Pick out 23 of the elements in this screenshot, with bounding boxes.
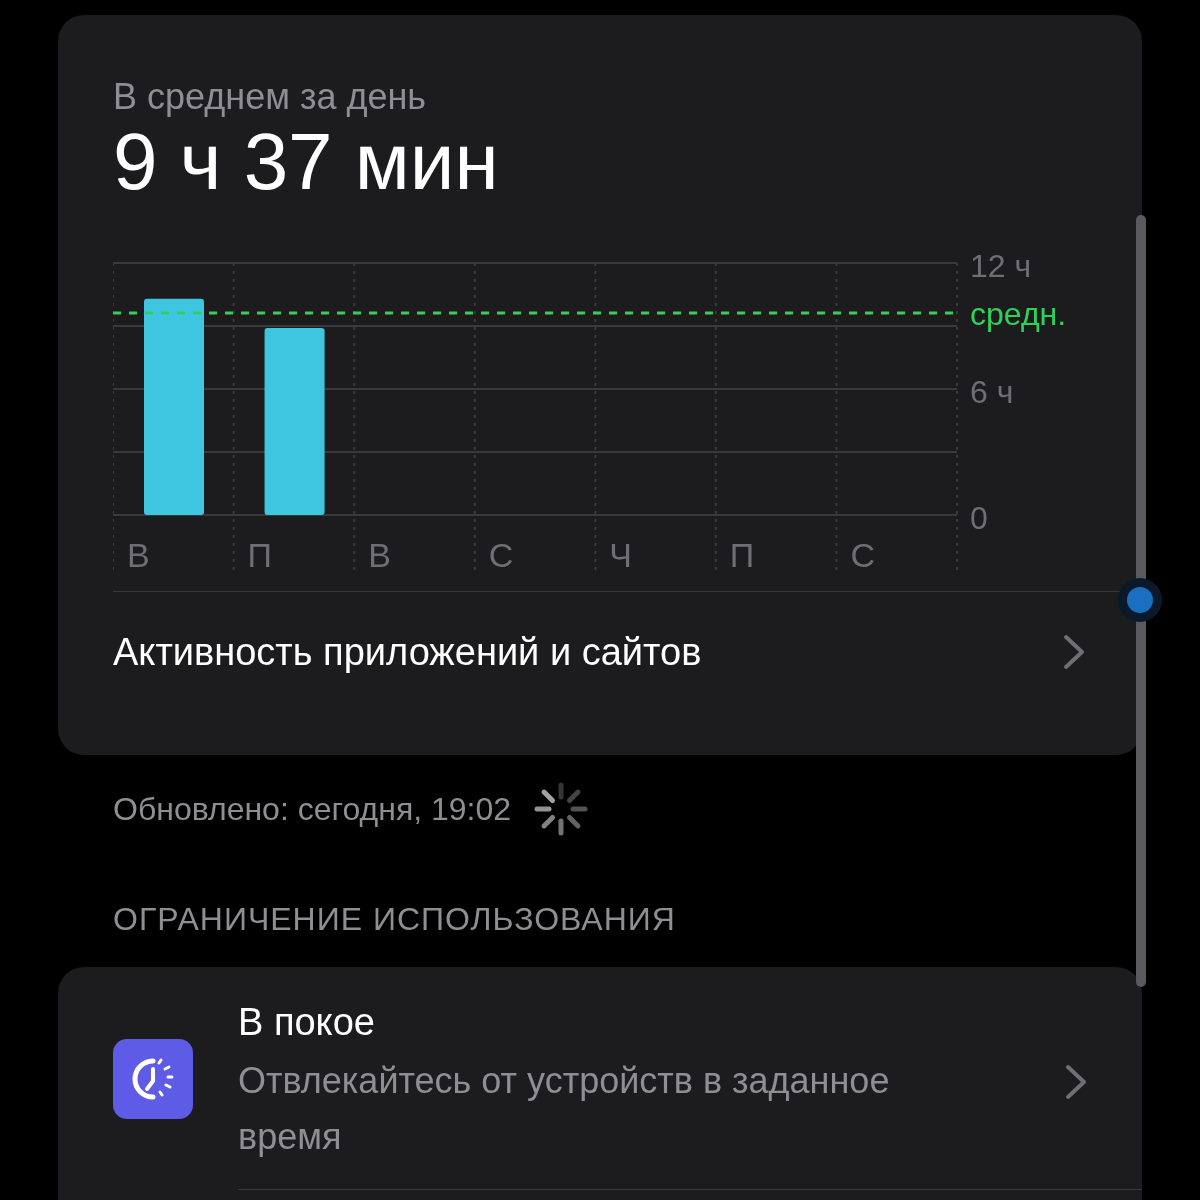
day-label: В bbox=[368, 536, 391, 574]
day-label: В bbox=[127, 536, 150, 574]
activity-link[interactable]: Активность приложений и сайтов bbox=[113, 592, 1085, 712]
chevron-icon bbox=[1065, 1064, 1087, 1100]
timer-icon bbox=[113, 1039, 193, 1119]
y-tick-label: 12 ч bbox=[970, 251, 1032, 284]
summary-value: 9 ч 37 мин bbox=[113, 117, 499, 207]
summary-label: В среднем за день bbox=[113, 77, 427, 117]
day-label: Ч bbox=[609, 536, 632, 574]
day-label: П bbox=[247, 536, 272, 574]
day-label: П bbox=[729, 536, 755, 574]
chevron-icon bbox=[1063, 634, 1085, 670]
day-label: С bbox=[850, 536, 875, 574]
average-label: средн. bbox=[970, 296, 1067, 332]
day-label: С bbox=[488, 536, 514, 574]
section-header: ОГРАНИЧЕНИЕ ИСПОЛЬЗОВАНИЯ bbox=[112, 900, 676, 939]
y-tick-label: 0 bbox=[970, 500, 988, 536]
limit-title: В покое bbox=[238, 1000, 375, 1045]
scroll-handle[interactable] bbox=[1118, 578, 1162, 622]
updated-text: Обновлено: сегодня, 19:02 bbox=[113, 790, 512, 829]
limit-description: Отвлекайтесь от устройств в заданное время bbox=[238, 1059, 891, 1159]
limit-card[interactable]: В покое Отвлекайтесь от устройств в заданное время bbox=[58, 967, 1142, 1200]
y-tick-label: 6 ч bbox=[970, 374, 1014, 410]
